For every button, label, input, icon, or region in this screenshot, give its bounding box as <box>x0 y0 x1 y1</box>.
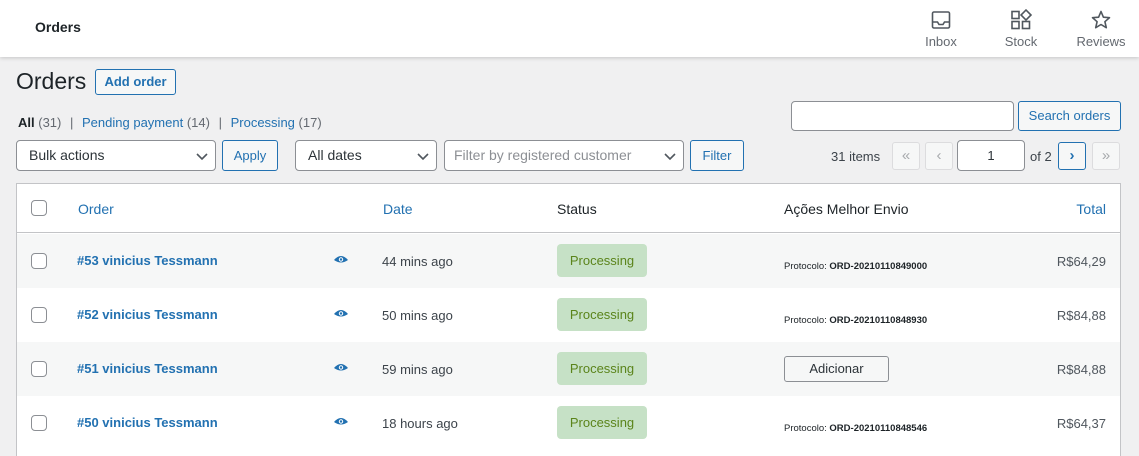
search-orders-button[interactable]: Search orders <box>1018 101 1121 131</box>
chevron-down-icon <box>664 153 676 161</box>
order-total: R$64,37 <box>1056 416 1106 431</box>
select-all-checkbox[interactable] <box>31 200 47 216</box>
protocolo: Protocolo: ORD-20210110848546 <box>784 423 927 434</box>
bulk-actions-value: Bulk actions <box>29 147 105 163</box>
last-page-button[interactable]: » <box>1092 142 1120 170</box>
order-total: R$84,88 <box>1056 362 1106 377</box>
view-all-count: (31) <box>38 115 62 130</box>
table-row[interactable]: #51 vinicius Tessmann 59 mins ago Proces… <box>17 342 1120 396</box>
activity-stock[interactable]: Stock <box>986 9 1056 49</box>
view-pending-count: (14) <box>186 115 210 130</box>
topbar-title: Orders <box>35 19 81 35</box>
customer-filter-select[interactable]: Filter by registered customer <box>444 140 684 171</box>
adicionar-button[interactable]: Adicionar <box>784 356 889 382</box>
order-total: R$84,88 <box>1056 308 1106 323</box>
bulk-actions-select[interactable]: Bulk actions <box>16 140 216 171</box>
items-count: 31 items <box>831 149 881 164</box>
row-checkbox[interactable] <box>31 361 47 377</box>
total-pages: of 2 <box>1030 149 1052 164</box>
order-total: R$64,29 <box>1056 254 1106 269</box>
table-row[interactable]: #50 vinicius Tessmann 18 hours ago Proce… <box>17 396 1120 450</box>
activity-inbox-label: Inbox <box>925 34 957 49</box>
protocolo-label: Protocolo: <box>784 315 827 326</box>
view-all[interactable]: All <box>18 115 35 130</box>
row-checkbox[interactable] <box>31 415 47 431</box>
order-date: 50 mins ago <box>382 308 453 323</box>
search-input[interactable] <box>791 101 1014 131</box>
separator: | <box>218 115 222 130</box>
order-link[interactable]: #50 vinicius Tessmann <box>77 415 218 430</box>
eye-icon[interactable] <box>333 361 349 375</box>
add-order-button[interactable]: Add order <box>95 69 176 95</box>
order-link[interactable]: #52 vinicius Tessmann <box>77 307 218 322</box>
table-row[interactable]: #53 vinicius Tessmann 44 mins ago Proces… <box>17 234 1120 288</box>
view-pending-payment[interactable]: Pending payment <box>82 115 183 130</box>
row-checkbox[interactable] <box>31 307 47 323</box>
view-processing[interactable]: Processing <box>231 115 295 130</box>
eye-icon[interactable] <box>333 415 349 429</box>
status-badge: Processing <box>557 352 647 385</box>
order-date: 44 mins ago <box>382 254 453 269</box>
table-row[interactable]: #52 vinicius Tessmann 50 mins ago Proces… <box>17 288 1120 342</box>
eye-icon[interactable] <box>333 307 349 321</box>
order-link[interactable]: #51 vinicius Tessmann <box>77 361 218 376</box>
stock-icon <box>1011 9 1032 30</box>
protocolo: Protocolo: ORD-20210110848930 <box>784 315 927 326</box>
filter-button[interactable]: Filter <box>690 140 744 171</box>
inbox-icon <box>931 11 951 29</box>
orders-table: Order Date Status Ações Melhor Envio Tot… <box>16 183 1121 456</box>
protocolo-value: ORD-20210110848546 <box>829 423 928 434</box>
apply-button[interactable]: Apply <box>222 140 278 171</box>
next-page-button[interactable]: › <box>1058 142 1086 170</box>
status-badge: Processing <box>557 298 647 331</box>
protocolo: Protocolo: ORD-20210110849000 <box>784 261 927 272</box>
protocolo-label: Protocolo: <box>784 423 827 434</box>
column-total[interactable]: Total <box>1076 201 1106 217</box>
customer-filter-placeholder: Filter by registered customer <box>454 147 632 163</box>
column-order[interactable]: Order <box>78 201 114 217</box>
protocolo-value: ORD-20210110848930 <box>829 315 928 326</box>
protocolo-label: Protocolo: <box>784 261 827 272</box>
row-checkbox[interactable] <box>31 253 47 269</box>
view-processing-count: (17) <box>298 115 322 130</box>
eye-icon[interactable] <box>333 253 349 267</box>
column-status: Status <box>557 201 597 217</box>
activity-reviews-label: Reviews <box>1076 34 1126 49</box>
chevron-down-icon <box>196 153 208 161</box>
prev-page-button[interactable]: ‹ <box>925 142 953 170</box>
dates-select[interactable]: All dates <box>295 140 437 171</box>
page-title: Orders <box>16 68 87 94</box>
column-date[interactable]: Date <box>383 201 413 217</box>
activity-reviews[interactable]: Reviews <box>1066 9 1136 49</box>
star-icon <box>1091 10 1111 29</box>
current-page-input[interactable]: 1 <box>957 140 1025 171</box>
chevron-down-icon <box>417 153 429 161</box>
activity-stock-label: Stock <box>1004 34 1038 49</box>
order-date: 59 mins ago <box>382 362 453 377</box>
status-badge: Processing <box>557 244 647 277</box>
table-header: Order Date Status Ações Melhor Envio Tot… <box>17 184 1120 233</box>
order-date: 18 hours ago <box>382 416 458 431</box>
activity-inbox[interactable]: Inbox <box>906 9 976 49</box>
first-page-button[interactable]: « <box>892 142 920 170</box>
dates-value: All dates <box>308 147 362 163</box>
order-status-views: All (31) | Pending payment (14) | Proces… <box>18 115 322 130</box>
column-melhor-envio: Ações Melhor Envio <box>784 201 909 217</box>
order-link[interactable]: #53 vinicius Tessmann <box>77 253 218 268</box>
separator: | <box>70 115 74 130</box>
protocolo-value: ORD-20210110849000 <box>829 261 928 272</box>
top-bar: Orders Inbox Stock Reviews <box>0 0 1139 57</box>
status-badge: Processing <box>557 406 647 439</box>
